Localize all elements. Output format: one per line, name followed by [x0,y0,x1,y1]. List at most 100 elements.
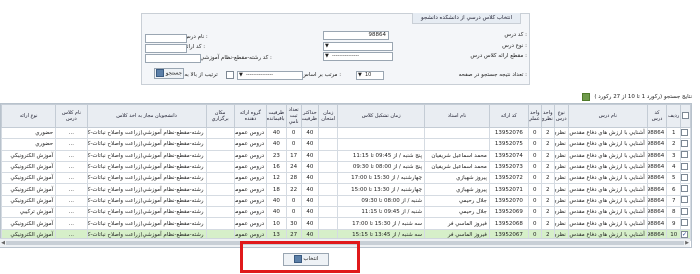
cell-type: نظري [553,172,569,185]
cell-place [205,206,235,219]
search-button[interactable]: جستجو [154,68,184,79]
course-code-input[interactable]: 98864 [323,31,389,40]
cell-kind: آموزش الكترونيكي [1,217,57,230]
cell-type: نظري [553,206,569,219]
table-row[interactable]: 298864آشنايي با ارزش هاي دفاع مقدسنظري20… [1,138,691,151]
cell-code: 98864 [646,206,668,219]
cell-p: 0 [527,217,542,230]
cell-exam [317,217,339,230]
cell-no: 1 [666,126,682,140]
sort-label: مرتب بر اساس : [302,72,342,78]
cell-rem: 23 [266,149,287,162]
row-checkbox[interactable] [681,128,688,136]
row-checkbox-cell[interactable] [680,138,691,151]
cell-offer: 13952075 [488,138,529,151]
order-checkbox[interactable] [226,71,234,79]
cell-time: شنبه / از 09:45 تا 11:15 [337,206,425,219]
cell-name: آشنايي با ارزش هاي دفاع مقدس [567,206,648,219]
cell-name: آشنايي با ارزش هاي دفاع مقدس [567,217,648,230]
cell-time: چهارشنبه / از 15:30 تا 17:00 [337,172,425,185]
cell-name: آشنايي با ارزش هاي دفاع مقدس [567,138,648,151]
cell-code: 98864 [646,172,668,185]
cell-kind: حضوري [1,138,57,151]
cell-rem: 40 [266,126,287,140]
cell-t: 2 [540,160,555,174]
cell-group: دروس عمومي [233,206,268,219]
field-input[interactable] [145,54,201,63]
table-row[interactable]: 598864آشنايي با ارزش هاي دفاع مقدسنظري20… [1,172,691,185]
cell-allowed: رشته-مقطع-نظام آموزشي(زراعت واصلاح نباتا… [86,194,207,208]
cell-group: دروس عمومي [233,138,268,151]
cell-place [205,160,235,174]
column-header: ظرفيت باقيمانده [266,104,287,128]
column-header: حداكثر ظرفيت [300,104,320,128]
section-select[interactable]: ▼ --------------- [323,52,393,61]
select-all-checkbox[interactable] [682,111,689,119]
cell-type: نظري [553,194,569,208]
cell-allowed: رشته-مقطع-نظام آموزشي(زراعت واصلاح نباتا… [86,149,207,162]
table-row[interactable]: 798864آشنايي با ارزش هاي دفاع مقدسنظري20… [1,194,691,208]
cell-teacher: محمد اسماعيل شريفيان [423,149,490,162]
excel-export-icon[interactable] [582,93,590,101]
cell-p: 0 [527,160,542,174]
table-row[interactable]: 898864آشنايي با ارزش هاي دفاع مقدسنظري20… [1,206,691,219]
cell-code: 98864 [646,160,668,174]
row-checkbox[interactable] [681,151,688,159]
chevron-down-icon: ▼ [358,72,362,78]
table-row[interactable]: 198864آشنايي با ارزش هاي دفاع مقدسنظري20… [1,126,691,140]
row-checkbox[interactable] [681,219,688,227]
cell-t: 2 [540,194,555,208]
row-checkbox[interactable] [681,207,688,215]
cell-no: 7 [666,194,682,208]
result-summary: نتايج جستجو (ركورد 1 تا 10 از 27 ركورد ) [594,94,692,100]
cell-kind: آموزش الكترونيكي [1,172,57,185]
cell-group: دروس عمومي [233,183,268,196]
offer-code-input[interactable] [145,44,187,53]
cell-type: نظري [553,160,569,174]
search-icon [155,69,164,77]
row-checkbox[interactable] [681,139,688,147]
page-count-select[interactable]: ▼ 10 [356,71,384,80]
cell-reg: 0 [285,126,302,140]
cell-t: 2 [540,206,555,219]
select-button[interactable]: انتخاب [283,253,329,266]
column-header: نوع درس [553,104,569,128]
row-checkbox[interactable] [681,173,688,181]
cell-max: 40 [300,126,320,140]
cell-rem: 12 [266,172,287,185]
row-checkbox[interactable] [681,196,688,204]
course-name-input[interactable] [145,34,187,43]
cell-p: 0 [527,149,542,162]
cell-reg: 0 [285,194,302,208]
row-checkbox-cell[interactable] [680,160,691,174]
row-checkbox-cell[interactable] [680,126,691,140]
table-row[interactable]: 498864آشنايي با ارزش هاي دفاع مقدسنظري20… [1,160,691,174]
column-header: رديف [666,104,682,128]
chevron-down-icon: ▼ [325,53,329,59]
header-select-all[interactable] [680,104,691,128]
row-checkbox-cell[interactable] [680,194,691,208]
cell-no: 6 [666,183,682,196]
row-checkbox-cell[interactable] [680,149,691,162]
scroll-right-icon[interactable]: ▶ [684,239,690,247]
search-button-label: جستجو [165,70,183,77]
row-checkbox-cell[interactable] [680,206,691,219]
row-checkbox[interactable] [681,162,688,170]
table-row[interactable]: 698864آشنايي با ارزش هاي دفاع مقدسنظري20… [1,183,691,196]
row-checkbox-cell[interactable] [680,217,691,230]
column-header: نوع ارائه [1,104,57,128]
course-type-select[interactable]: ▼ [323,42,393,51]
cell-time [337,138,425,151]
row-checkbox-cell[interactable] [680,172,691,185]
sort-select[interactable]: ▼ --------------- [237,71,303,80]
table-row[interactable]: 398864آشنايي با ارزش هاي دفاع مقدسنظري20… [1,149,691,162]
cell-p: 0 [527,183,542,196]
row-checkbox-cell[interactable] [680,183,691,196]
field-label: كد رشته-مقطع-نظام آموزشي : [200,55,272,61]
cell-allowed: رشته-مقطع-نظام آموزشي(زراعت واصلاح نباتا… [86,172,207,185]
chevron-down-icon: ▼ [239,72,243,78]
row-checkbox[interactable] [681,185,688,193]
cell-kind: آموزش الكترونيكي [1,149,57,162]
cell-allowed: رشته-مقطع-نظام آموزشي(زراعت واصلاح نباتا… [86,138,207,151]
table-row[interactable]: 998864آشنايي با ارزش هاي دفاع مقدسنظري20… [1,217,691,230]
